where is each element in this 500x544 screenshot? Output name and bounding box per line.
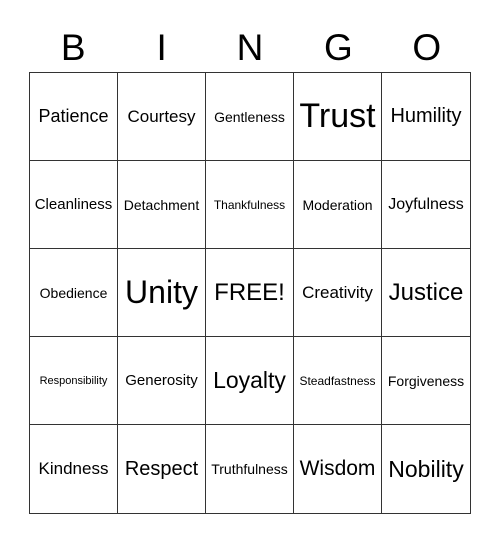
bingo-cell[interactable]: Patience	[30, 73, 118, 161]
bingo-cell[interactable]: Unity	[118, 249, 206, 337]
bingo-cell[interactable]: Forgiveness	[382, 337, 470, 425]
header-letter-o: O	[412, 27, 442, 68]
bingo-cell[interactable]: Moderation	[294, 161, 382, 249]
bingo-cell[interactable]: Loyalty	[206, 337, 294, 425]
bingo-cell[interactable]: Joyfulness	[382, 161, 470, 249]
bingo-cell[interactable]: Creativity	[294, 249, 382, 337]
bingo-cell[interactable]: Gentleness	[206, 73, 294, 161]
bingo-cell[interactable]: Truthfulness	[206, 425, 294, 513]
bingo-cell[interactable]: Humility	[382, 73, 470, 161]
bingo-cell[interactable]: Detachment	[118, 161, 206, 249]
header-letter-i: I	[156, 27, 167, 68]
bingo-cell[interactable]: Trust	[294, 73, 382, 161]
bingo-cell[interactable]: Kindness	[30, 425, 118, 513]
bingo-header: B I N G O	[29, 26, 471, 70]
bingo-cell[interactable]: Courtesy	[118, 73, 206, 161]
header-letter-b: B	[60, 27, 86, 68]
bingo-cell[interactable]: Respect	[118, 425, 206, 513]
free-space-cell[interactable]: FREE!	[206, 249, 294, 337]
bingo-cell[interactable]: Nobility	[382, 425, 470, 513]
bingo-cell[interactable]: Steadfastness	[294, 337, 382, 425]
header-letter-n: N	[236, 27, 264, 68]
bingo-cell[interactable]: Responsibility	[30, 337, 118, 425]
bingo-cell[interactable]: Generosity	[118, 337, 206, 425]
bingo-cell[interactable]: Thankfulness	[206, 161, 294, 249]
bingo-grid: Patience Courtesy Gentleness Trust Humil…	[29, 72, 471, 514]
bingo-cell[interactable]: Cleanliness	[30, 161, 118, 249]
bingo-cell[interactable]: Wisdom	[294, 425, 382, 513]
bingo-cell[interactable]: Obedience	[30, 249, 118, 337]
header-letter-g: G	[323, 27, 353, 68]
bingo-cell[interactable]: Justice	[382, 249, 470, 337]
